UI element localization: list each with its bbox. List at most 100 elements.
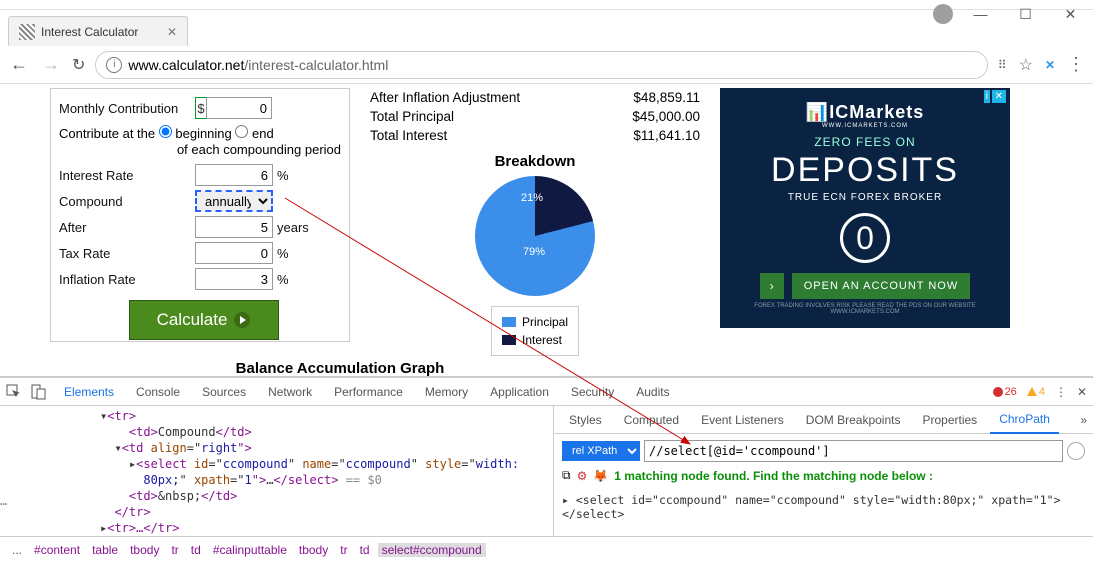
chropath-extension-icon[interactable]: ⚙ — [577, 469, 588, 483]
error-count-badge[interactable]: 26 — [993, 386, 1017, 398]
devtools-tab-network[interactable]: Network — [258, 378, 322, 406]
toolbar-extensions: ⠿ ☆ ✕ ⋮ — [998, 54, 1085, 75]
ad-info-icon[interactable]: i — [984, 90, 990, 103]
play-circle-icon — [233, 311, 251, 329]
inflation-rate-input[interactable] — [195, 268, 273, 290]
url-input[interactable]: i www.calculator.net/interest-calculator… — [95, 51, 987, 79]
advertisement[interactable]: i ✕ 📊ICMarketsWWW.ICMARKETS.COM ZERO FEE… — [720, 88, 1010, 328]
chropath-body: rel XPath ⧉ ⚙ 🦊 1 matching node found. F… — [554, 434, 1093, 531]
reload-button[interactable]: ↻ — [72, 55, 85, 75]
copy-icon[interactable]: ⧉ — [562, 468, 571, 483]
devtools-tab-elements[interactable]: Elements — [54, 378, 124, 406]
breakdown-title: Breakdown — [370, 153, 700, 170]
devtools-tab-security[interactable]: Security — [561, 378, 624, 406]
chropath-mode-select[interactable]: rel XPath — [562, 441, 640, 461]
interest-rate-input[interactable] — [195, 164, 273, 186]
calculate-button[interactable]: Calculate — [129, 300, 279, 340]
browser-tab[interactable]: Interest Calculator ✕ — [8, 16, 188, 46]
legend-swatch-interest — [502, 335, 516, 345]
tab-title: Interest Calculator — [41, 25, 138, 39]
devtools-tabs: Elements Console Sources Network Perform… — [0, 378, 1093, 406]
side-panel-more-icon[interactable]: » — [1080, 413, 1087, 427]
result-label: Total Principal — [370, 109, 454, 124]
compound-select[interactable]: annually — [195, 190, 273, 212]
after-label: After — [59, 220, 195, 235]
pie-label-interest: 21% — [521, 192, 543, 204]
pie-chart: 21% 79% Principal Interest — [370, 170, 700, 356]
results-panel: After Inflation Adjustment $48,859.11 Tot… — [350, 88, 720, 376]
browser-tab-strip: Interest Calculator ✕ — [0, 10, 1093, 46]
devtools-close-icon[interactable]: ✕ — [1077, 385, 1087, 399]
side-tab-chropath[interactable]: ChroPath — [990, 406, 1059, 434]
site-info-icon[interactable]: i — [106, 57, 122, 73]
chropath-match-message: 1 matching node found. Find the matching… — [614, 469, 933, 483]
window-titlebar: — ☐ ✕ — [0, 0, 1093, 10]
devtools-tab-sources[interactable]: Sources — [192, 378, 256, 406]
pie-graphic: 21% 79% — [475, 176, 595, 296]
result-value: $45,000.00 — [632, 109, 700, 124]
result-label: After Inflation Adjustment — [370, 90, 520, 105]
minimize-button[interactable]: — — [958, 0, 1003, 28]
ad-cta[interactable]: ›OPEN AN ACCOUNT NOW — [720, 273, 1010, 299]
maximize-button[interactable]: ☐ — [1003, 0, 1048, 28]
window-controls: — ☐ ✕ — [958, 0, 1093, 28]
compound-label: Compound — [59, 194, 195, 209]
legend-swatch-principal — [502, 317, 516, 327]
extension-icon[interactable]: ✕ — [1045, 58, 1055, 72]
contribute-beginning-radio[interactable] — [159, 125, 172, 138]
close-button[interactable]: ✕ — [1048, 0, 1093, 28]
bookmark-icon[interactable]: ☆ — [1019, 55, 1033, 75]
address-bar: ← → ↻ i www.calculator.net/interest-calc… — [0, 46, 1093, 84]
translate-icon[interactable]: ⠿ — [998, 58, 1007, 72]
tab-close-icon[interactable]: ✕ — [167, 25, 177, 39]
url-host: www.calculator.net — [128, 57, 244, 73]
device-toggle-icon[interactable] — [30, 384, 46, 400]
devtools-tab-console[interactable]: Console — [126, 378, 190, 406]
devtools-menu-icon[interactable]: ⋮ — [1055, 385, 1067, 399]
devtools-tab-memory[interactable]: Memory — [415, 378, 478, 406]
interest-rate-label: Interest Rate — [59, 168, 195, 183]
page-content: Monthly Contribution $ Contribute at the… — [0, 84, 1093, 376]
inflation-rate-label: Inflation Rate — [59, 272, 195, 287]
ad-logo: 📊ICMarketsWWW.ICMARKETS.COM — [720, 88, 1010, 135]
side-tab-computed[interactable]: Computed — [615, 406, 688, 434]
back-button[interactable]: ← — [8, 54, 30, 75]
forward-button: → — [40, 54, 62, 75]
contribute-timing: Contribute at the beginning end of each … — [59, 121, 341, 162]
result-value: $48,859.11 — [633, 90, 700, 105]
profile-icon[interactable] — [933, 4, 953, 24]
graph-title: Balance Accumulation Graph — [50, 360, 630, 376]
chropath-xpath-input[interactable] — [644, 440, 1063, 462]
result-value: $11,641.10 — [633, 128, 700, 143]
menu-icon[interactable]: ⋮ — [1067, 54, 1085, 75]
devtools-tab-audits[interactable]: Audits — [626, 378, 679, 406]
inspect-icon[interactable] — [6, 384, 22, 400]
result-label: Total Interest — [370, 128, 447, 143]
side-panel-tabs: Styles Computed Event Listeners DOM Brea… — [554, 406, 1093, 434]
chevron-right-icon: › — [760, 273, 784, 299]
contribute-end-radio[interactable] — [235, 125, 248, 138]
firefox-icon[interactable]: 🦊 — [593, 469, 608, 483]
after-input[interactable] — [195, 216, 273, 238]
dom-breadcrumb[interactable]: ... #content table tbody tr td #calinput… — [0, 536, 1093, 562]
tax-rate-input[interactable] — [195, 242, 273, 264]
after-unit: years — [273, 220, 313, 235]
devtools-side-panel: Styles Computed Event Listeners DOM Brea… — [553, 406, 1093, 536]
side-tab-properties[interactable]: Properties — [913, 406, 986, 434]
side-tab-dom-breakpoints[interactable]: DOM Breakpoints — [797, 406, 910, 434]
tax-rate-label: Tax Rate — [59, 246, 195, 261]
devtools-tab-application[interactable]: Application — [480, 378, 559, 406]
ad-close-icon[interactable]: ✕ — [992, 90, 1006, 103]
favicon-icon — [19, 24, 35, 40]
side-tab-styles[interactable]: Styles — [560, 406, 611, 434]
chropath-user-icon[interactable] — [1067, 442, 1085, 460]
warning-count-badge[interactable]: 4 — [1027, 386, 1045, 398]
devtools-panel: Elements Console Sources Network Perform… — [0, 376, 1093, 562]
devtools-tab-performance[interactable]: Performance — [324, 378, 413, 406]
side-tab-event-listeners[interactable]: Event Listeners — [692, 406, 793, 434]
chropath-result[interactable]: ▸ <select id="ccompound" name="ccompound… — [562, 489, 1085, 525]
url-path: /interest-calculator.html — [244, 57, 388, 73]
calculator-form: Monthly Contribution $ Contribute at the… — [50, 88, 350, 342]
monthly-contribution-input[interactable] — [206, 97, 272, 119]
dom-tree[interactable]: ▾<tr> <td>Compound</td> ▾<td align="righ… — [0, 406, 553, 536]
